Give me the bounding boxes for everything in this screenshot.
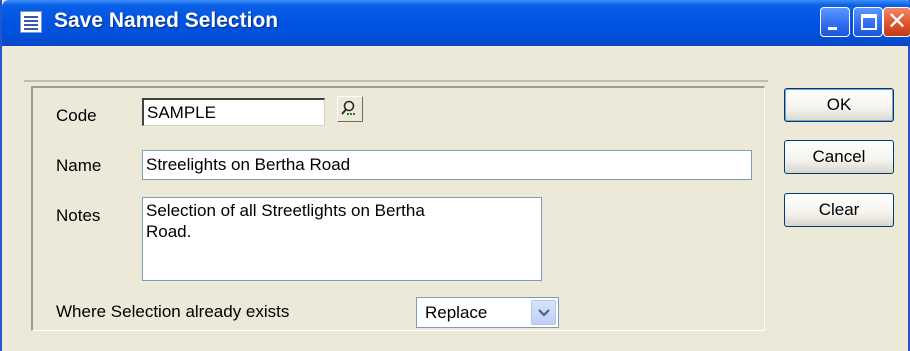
cancel-button[interactable]: Cancel (784, 140, 894, 174)
chevron-down-icon (538, 309, 550, 317)
exists-label: Where Selection already exists (56, 302, 290, 321)
maximize-button[interactable] (853, 7, 883, 37)
title-bar[interactable]: Save Named Selection ✕ (2, 0, 910, 46)
clear-button[interactable]: Clear (784, 193, 894, 227)
name-field[interactable] (142, 150, 752, 180)
window-title: Save Named Selection (54, 9, 279, 32)
ok-button[interactable]: OK (784, 88, 894, 122)
notes-field[interactable]: Selection of all Streetlights on Bertha … (142, 197, 542, 281)
dropdown-button[interactable] (531, 300, 556, 325)
list-icon (20, 11, 42, 33)
maximize-icon (861, 14, 877, 30)
notes-label: Notes (56, 206, 101, 225)
dialog-window: Save Named Selection ✕ Code Name Notes S… (0, 0, 910, 351)
minimize-button[interactable] (820, 7, 850, 37)
name-label: Name (56, 156, 102, 175)
search-person-icon (341, 100, 355, 115)
code-lookup-button[interactable] (337, 96, 363, 122)
close-icon: ✕ (886, 8, 908, 35)
exists-select[interactable]: Replace (416, 297, 559, 328)
group-top-divider (24, 80, 768, 82)
code-field[interactable] (142, 98, 325, 126)
code-label: Code (56, 106, 97, 125)
close-button[interactable]: ✕ (883, 7, 910, 37)
exists-select-value: Replace (425, 303, 488, 322)
minimize-icon (828, 27, 837, 30)
